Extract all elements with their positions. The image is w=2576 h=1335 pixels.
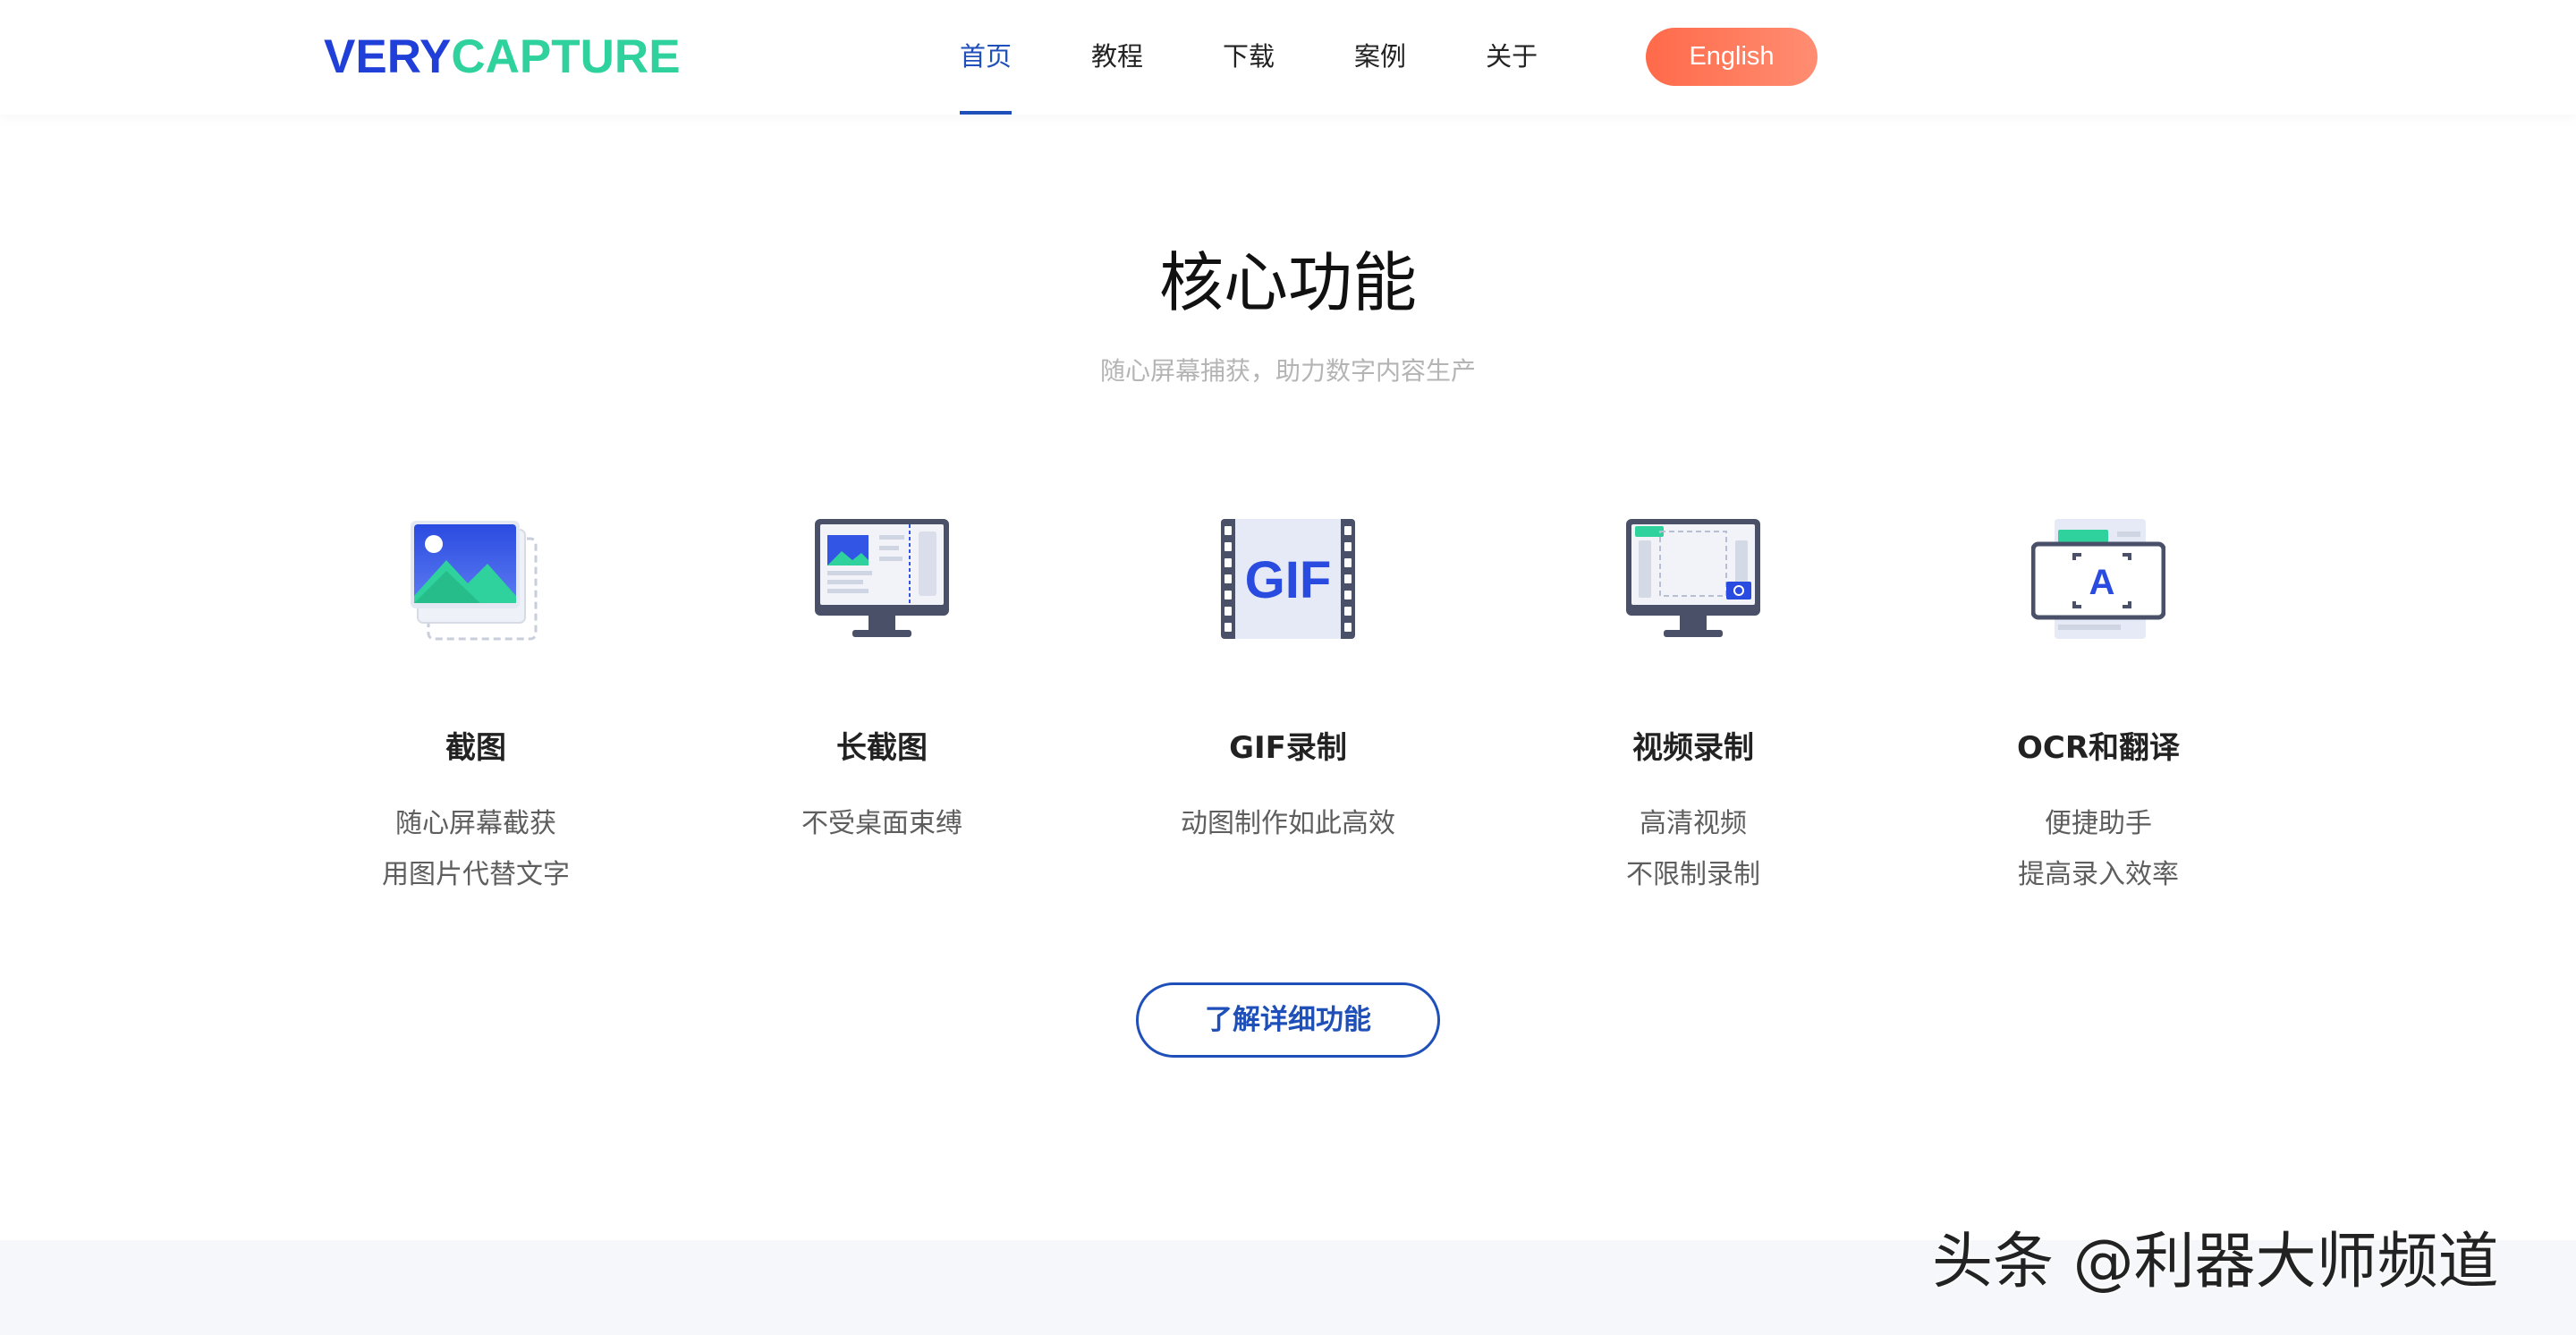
section-title: 核心功能: [1158, 245, 1417, 320]
gif-film-icon: GIF: [1221, 519, 1355, 639]
watermark-text: 头条 @利器大师频道: [1932, 1227, 2499, 1297]
ocr-translate-icon: A: [2031, 519, 2165, 639]
feature-desc-line: 提高录入效率: [2018, 859, 2179, 890]
feature-title: 视频录制: [1632, 730, 1754, 766]
logo-capture: CAPTURE: [451, 30, 681, 83]
feature-desc: 不受桌面束缚: [721, 798, 1043, 849]
feature-desc: 高清视频 不限制录制: [1532, 798, 1854, 900]
logo-very: VERY: [324, 30, 452, 83]
language-button[interactable]: English: [1646, 28, 1818, 86]
feature-title: 截图: [445, 730, 506, 766]
section-subtitle: 随心屏幕捕获，助力数字内容生产: [1099, 356, 1476, 386]
feature-desc-line: 随心屏幕截获: [395, 808, 556, 839]
nav-item-home[interactable]: 首页: [960, 0, 1013, 115]
feature-desc-line: 便捷助手: [2045, 808, 2152, 839]
feature-title: GIF录制: [1229, 730, 1347, 766]
nav-item-tutorial[interactable]: 教程: [1091, 0, 1143, 115]
feature-desc: 随心屏幕截获 用图片代替文字: [315, 798, 637, 900]
nav-item-cases[interactable]: 案例: [1354, 0, 1406, 115]
site-header: VERYCAPTURE 首页 教程 下载 案例 关于 English: [0, 0, 2576, 115]
feature-title: OCR和翻译: [2016, 730, 2181, 766]
feature-desc-line: 用图片代替文字: [382, 859, 570, 890]
main-nav: 首页 教程 下载 案例 关于: [960, 0, 1617, 115]
nav-item-download[interactable]: 下载: [1223, 0, 1275, 115]
image-stack-icon: [411, 521, 538, 641]
feature-desc-line: 高清视频: [1640, 808, 1747, 839]
logo[interactable]: VERYCAPTURE: [324, 27, 681, 88]
nav-item-about[interactable]: 关于: [1486, 0, 1538, 115]
monitor-long-screenshot-icon: [815, 519, 949, 637]
svg-text:A: A: [2089, 563, 2115, 602]
monitor-video-record-icon: [1626, 519, 1760, 637]
learn-more-features-button[interactable]: 了解详细功能: [1136, 982, 1440, 1058]
feature-desc-line: 不受桌面束缚: [801, 808, 962, 839]
svg-text:GIF: GIF: [1245, 551, 1332, 609]
feature-desc: 动图制作如此高效: [1127, 798, 1449, 849]
feature-title: 长截图: [836, 730, 928, 766]
feature-desc: 便捷助手 提高录入效率: [1937, 798, 2259, 900]
feature-desc-line: 不限制录制: [1626, 859, 1760, 890]
feature-desc-line: 动图制作如此高效: [1181, 808, 1395, 839]
